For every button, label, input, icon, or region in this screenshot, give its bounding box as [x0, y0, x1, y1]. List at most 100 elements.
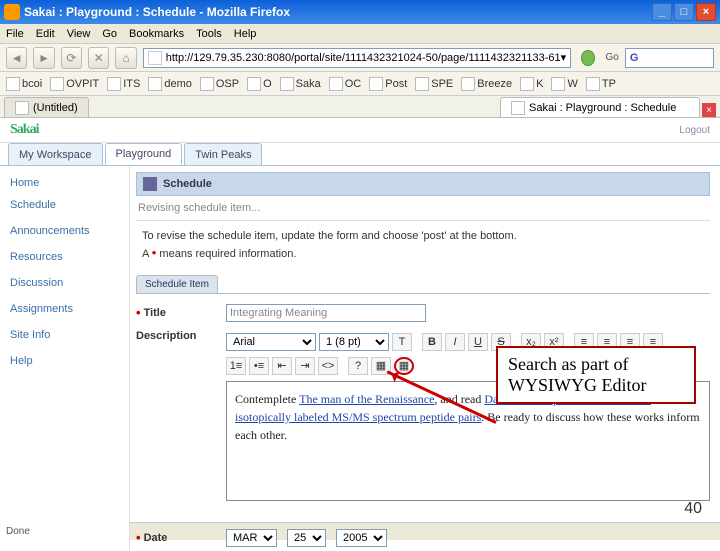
year-select[interactable]: 2005: [336, 529, 387, 547]
maximize-button[interactable]: □: [674, 3, 694, 21]
bookmark-item[interactable]: OSP: [200, 77, 239, 91]
menu-tools[interactable]: Tools: [196, 28, 222, 40]
tab-label: (Untitled): [33, 102, 78, 114]
back-button[interactable]: ◄: [6, 47, 27, 69]
sidebar-item-schedule[interactable]: Schedule: [0, 194, 129, 216]
required-star-icon: •: [152, 245, 157, 260]
reload-button[interactable]: ⟳: [61, 47, 82, 69]
menu-edit[interactable]: Edit: [36, 28, 55, 40]
home-button[interactable]: ⌂: [115, 47, 136, 69]
bookmark-item[interactable]: demo: [148, 77, 192, 91]
title-input[interactable]: [226, 304, 426, 322]
close-button[interactable]: ×: [696, 3, 716, 21]
minimize-button[interactable]: _: [652, 3, 672, 21]
bookmarks-toolbar: bcoi OVPIT ITS demo OSP O Saka OC Post S…: [0, 72, 720, 96]
go-label: Go: [605, 52, 618, 63]
tab-icon: [511, 101, 525, 115]
sidebar-item-assignments[interactable]: Assignments: [0, 298, 129, 320]
bookmark-item[interactable]: TP: [586, 77, 616, 91]
tab-icon: [15, 101, 29, 115]
bookmark-item[interactable]: K: [520, 77, 543, 91]
bookmark-item[interactable]: OC: [329, 77, 362, 91]
help-icon[interactable]: ?: [348, 357, 368, 375]
slide-number: 40: [684, 500, 702, 518]
menu-go[interactable]: Go: [102, 28, 117, 40]
window-title: Sakai : Playground : Schedule - Mozilla …: [24, 5, 290, 19]
font-size-select[interactable]: 1 (8 pt): [319, 333, 389, 351]
source-icon[interactable]: <>: [318, 357, 338, 375]
search-engine-icon: G: [630, 52, 639, 64]
bookmark-item[interactable]: O: [247, 77, 272, 91]
bookmark-icon: [369, 77, 383, 91]
sidebar-item-help[interactable]: Help: [0, 350, 129, 372]
bookmark-item[interactable]: OVPIT: [50, 77, 99, 91]
go-button[interactable]: [581, 50, 595, 66]
body-link-renaissance[interactable]: The man of the Renaissance: [299, 392, 434, 406]
url-text: http://129.79.35.230:8080/portal/site/11…: [166, 52, 561, 64]
instruction-text: To revise the schedule item, update the …: [136, 221, 710, 271]
menu-bookmarks[interactable]: Bookmarks: [129, 28, 184, 40]
sidebar-item-home[interactable]: Home: [0, 172, 129, 194]
list-ordered-icon[interactable]: 1≡: [226, 357, 246, 375]
tool-header: Schedule: [136, 172, 710, 196]
bookmark-item[interactable]: W: [551, 77, 577, 91]
description-label: Description: [136, 330, 216, 342]
bookmark-icon: [107, 77, 121, 91]
bookmark-item[interactable]: bcoi: [6, 77, 42, 91]
bold-icon[interactable]: B: [422, 333, 442, 351]
title-label: •Title: [136, 305, 216, 320]
bookmark-item[interactable]: Saka: [280, 77, 321, 91]
sidebar: Home Schedule Announcements Resources Di…: [0, 166, 130, 551]
tool-tab-schedule-item[interactable]: Schedule Item: [136, 275, 218, 293]
url-bar[interactable]: http://129.79.35.230:8080/portal/site/11…: [143, 48, 571, 68]
bookmark-icon: [520, 77, 534, 91]
workspace-tab[interactable]: My Workspace: [8, 143, 103, 165]
bookmark-icon: [551, 77, 565, 91]
browser-tabs: (Untitled) Sakai : Playground : Schedule…: [0, 96, 720, 118]
browser-tab[interactable]: (Untitled): [4, 97, 89, 117]
forward-button[interactable]: ►: [33, 47, 54, 69]
bookmark-item[interactable]: SPE: [415, 77, 453, 91]
underline-icon[interactable]: U: [468, 333, 488, 351]
menu-file[interactable]: File: [6, 28, 24, 40]
menu-view[interactable]: View: [67, 28, 91, 40]
bookmark-icon: [280, 77, 294, 91]
sidebar-item-discussion[interactable]: Discussion: [0, 272, 129, 294]
site-logo: Sakai: [10, 122, 38, 138]
workspace-tabs: My Workspace Playground Twin Peaks: [0, 143, 720, 165]
menu-help[interactable]: Help: [234, 28, 257, 40]
status-text: Done: [6, 526, 30, 537]
font-family-select[interactable]: Arial: [226, 333, 316, 351]
site-header: Sakai Logout: [0, 118, 720, 143]
list-unordered-icon[interactable]: •≡: [249, 357, 269, 375]
tool-tabset: Schedule Item: [136, 275, 710, 294]
stop-button[interactable]: ✕: [88, 47, 109, 69]
bookmark-icon: [200, 77, 214, 91]
sidebar-item-siteinfo[interactable]: Site Info: [0, 324, 129, 346]
tool-title: Schedule: [163, 178, 212, 190]
workspace-tab[interactable]: Twin Peaks: [184, 143, 262, 165]
workspace-tab[interactable]: Playground: [105, 143, 183, 165]
italic-icon[interactable]: I: [445, 333, 465, 351]
bookmark-icon: [50, 77, 64, 91]
outdent-icon[interactable]: ⇤: [272, 357, 292, 375]
bookmark-item[interactable]: Post: [369, 77, 407, 91]
logout-link[interactable]: Logout: [679, 125, 710, 136]
tab-close-button[interactable]: ×: [702, 103, 716, 117]
callout-box: Search as part of WYSIWYG Editor: [496, 346, 696, 404]
day-select[interactable]: 25: [287, 529, 326, 547]
sidebar-item-resources[interactable]: Resources: [0, 246, 129, 268]
bookmark-icon: [461, 77, 475, 91]
search-box[interactable]: G: [625, 48, 714, 68]
sidebar-item-announcements[interactable]: Announcements: [0, 220, 129, 242]
bookmark-item[interactable]: ITS: [107, 77, 140, 91]
indent-icon[interactable]: ⇥: [295, 357, 315, 375]
main-panel: Schedule Revising schedule item... To re…: [130, 166, 720, 551]
month-select[interactable]: MAR: [226, 529, 277, 547]
browser-tab[interactable]: Sakai : Playground : Schedule: [500, 97, 700, 117]
bookmark-item[interactable]: Breeze: [461, 77, 512, 91]
tab-label: Sakai : Playground : Schedule: [529, 102, 676, 114]
bookmark-icon: [148, 77, 162, 91]
text-color-icon[interactable]: T: [392, 333, 412, 351]
window-titlebar: Sakai : Playground : Schedule - Mozilla …: [0, 0, 720, 24]
